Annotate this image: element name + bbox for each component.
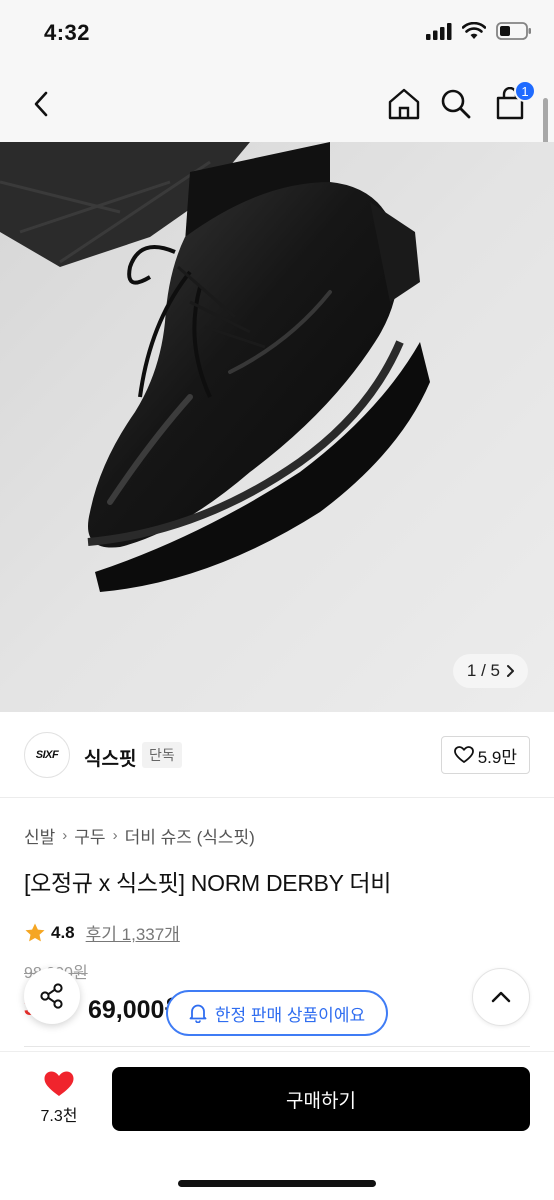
share-icon [40, 983, 63, 1009]
search-button[interactable] [436, 84, 476, 124]
share-button[interactable] [24, 968, 80, 1024]
brand-name[interactable]: 식스핏 [84, 744, 136, 771]
review-count-link[interactable]: 후기 1,337개 [86, 920, 180, 945]
home-icon [388, 88, 420, 120]
breadcrumb: 신발 › 구두 › 더비 슈즈 (식스핏) [24, 823, 255, 848]
chevron-right-icon: › [62, 827, 68, 844]
buy-button[interactable]: 구매하기 [112, 1067, 530, 1131]
brand-row: SIXF 식스핏 단독 5.9만 [0, 712, 554, 798]
status-icons [426, 22, 532, 40]
brand-like-button[interactable]: 5.9만 [440, 736, 530, 774]
rating-value: 4.8 [51, 922, 75, 942]
brand-logo[interactable]: SIXF [24, 732, 70, 778]
divider [24, 1046, 530, 1047]
exclusive-tag: 단독 [142, 742, 182, 768]
cart-button[interactable]: 1 [490, 80, 536, 124]
limited-sale-text: 한정 판매 상품이에요 [214, 1005, 366, 1025]
heart-outline-icon [453, 746, 474, 763]
home-button[interactable] [384, 84, 424, 124]
brand-like-count: 5.9만 [477, 747, 517, 767]
nav-bar: 1 [0, 66, 554, 142]
rating-row: 4.8 후기 1,337개 [24, 920, 180, 945]
product-title: [오정규 x 식스핏] NORM DERBY 더비 [24, 870, 392, 896]
wishlist-count: 7.3천 [40, 1108, 78, 1125]
chevron-right-icon [507, 665, 514, 677]
breadcrumb-item[interactable]: 신발 [24, 823, 55, 848]
heart-filled-icon [44, 1071, 74, 1096]
bell-icon [189, 1004, 207, 1023]
chevron-left-icon [34, 91, 48, 117]
limited-sale-notice[interactable]: 한정 판매 상품이에요 [166, 990, 388, 1036]
product-image-gallery[interactable]: 1 / 5 [0, 142, 554, 712]
chevron-up-icon [491, 991, 511, 1003]
back-button[interactable] [22, 84, 62, 124]
image-counter[interactable]: 1 / 5 [452, 654, 528, 688]
wifi-icon [462, 22, 486, 39]
wishlist-button[interactable]: 7.3천 [26, 1070, 92, 1126]
brand-logo-text: SIXF [35, 749, 59, 761]
breadcrumb-item[interactable]: 더비 슈즈 (식스핏) [125, 823, 255, 848]
breadcrumb-item[interactable]: 구두 [74, 823, 105, 848]
chevron-right-icon: › [112, 827, 118, 844]
product-photo [0, 142, 554, 712]
home-indicator [178, 1180, 376, 1187]
scroll-to-top-button[interactable] [472, 968, 530, 1026]
battery-icon [496, 22, 531, 40]
bottom-purchase-bar: 7.3천 구매하기 [0, 1052, 554, 1200]
image-counter-text: 1 / 5 [466, 661, 500, 680]
status-bar: 4:32 [0, 0, 554, 66]
status-time: 4:32 [44, 20, 91, 45]
star-icon [25, 923, 45, 941]
cellular-signal-icon [426, 23, 452, 40]
cart-count-badge: 1 [514, 80, 536, 102]
search-icon [441, 89, 471, 119]
